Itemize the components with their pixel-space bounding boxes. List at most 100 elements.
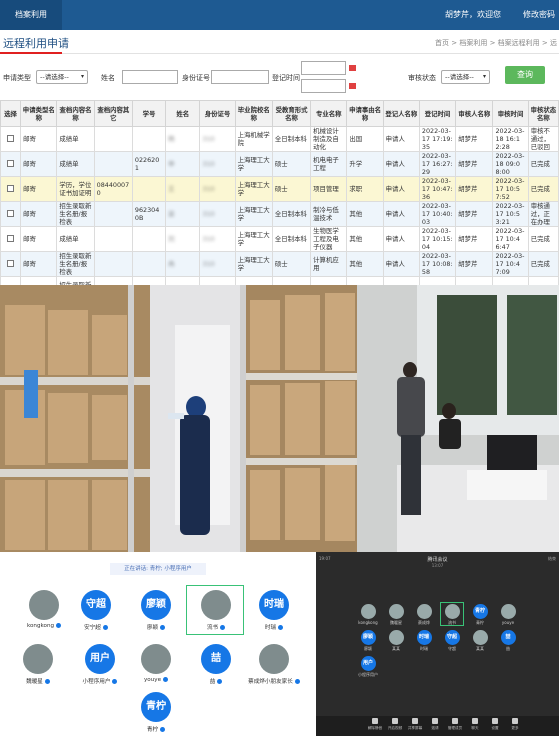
table-cell bbox=[131, 226, 167, 252]
top-bar: 档案利用 胡梦芹，欢迎您 修改密码 bbox=[0, 0, 559, 30]
column-header[interactable]: 选择 bbox=[0, 100, 22, 127]
column-header[interactable]: 登记人名称 bbox=[382, 100, 420, 127]
avatar: 守超 bbox=[444, 630, 460, 645]
toolbar-label: 更多 bbox=[511, 726, 519, 730]
participant-name: 魏暖星 bbox=[26, 679, 43, 685]
avatar: 青柠 bbox=[472, 604, 488, 619]
participant-name: 青柠 bbox=[476, 620, 484, 625]
idcard-input[interactable] bbox=[211, 70, 269, 84]
participant-tile[interactable]: 某某 bbox=[470, 630, 490, 652]
table-cell: 2022-03-17 10:15:04 bbox=[418, 226, 457, 252]
table-cell: 邮寄 bbox=[20, 201, 58, 227]
table-cell: 已完成 bbox=[527, 151, 559, 177]
toolbar-icon bbox=[492, 718, 498, 724]
table-cell: 2022-03-18 16:12:28 bbox=[492, 126, 529, 152]
table-cell bbox=[131, 251, 167, 277]
table-row[interactable]: 邮寄 招生录取新生名册/报检表冉 310 上海理工大学 硕士 计算机应用 其他 申请人 2022… bbox=[0, 251, 559, 277]
app-title[interactable]: 档案利用 bbox=[0, 0, 62, 30]
participant-tile[interactable]: 喆喆 bbox=[498, 630, 518, 652]
table-cell: 出国 bbox=[346, 126, 384, 152]
table-cell: 2022-03-18 09:08:00 bbox=[492, 151, 529, 177]
name-input[interactable] bbox=[122, 70, 178, 84]
toolbar-button[interactable]: 聊天 bbox=[464, 718, 486, 731]
column-header[interactable]: 姓名 bbox=[165, 100, 201, 127]
participant-tile[interactable]: youye bbox=[498, 604, 518, 625]
reg-time-start-input[interactable] bbox=[301, 61, 346, 75]
table-row[interactable]: 邮寄 成绩单 0226201 申 310 上海理工大学 硕士 机电电子工程 升学 申请人 2022-… bbox=[0, 151, 559, 177]
table-cell: 机电电子工程 bbox=[310, 151, 348, 177]
column-header[interactable]: 登记时间 bbox=[418, 100, 457, 127]
participant-tile[interactable]: 某某 bbox=[386, 630, 406, 652]
participant-name: 时瑞 bbox=[420, 646, 428, 651]
participant-tile[interactable]: 流书 bbox=[186, 590, 246, 631]
participant-tile[interactable]: 喆喆 bbox=[186, 644, 246, 685]
toolbar-button[interactable]: 开启视频 bbox=[384, 718, 406, 731]
participant-name: 青柠 bbox=[146, 727, 159, 733]
column-header[interactable]: 身份证号 bbox=[199, 100, 236, 127]
reg-time-end-input[interactable] bbox=[301, 79, 346, 93]
column-header[interactable]: 受教育形式名称 bbox=[271, 100, 312, 127]
participant-tile[interactable]: kongkong bbox=[358, 604, 378, 625]
participant-tile[interactable]: 时瑞 时瑞 bbox=[414, 630, 434, 652]
column-header[interactable]: 审核状态名称 bbox=[527, 100, 559, 127]
row-checkbox[interactable] bbox=[7, 159, 15, 167]
row-checkbox[interactable] bbox=[7, 209, 15, 217]
column-header[interactable]: 查档内容其它 bbox=[93, 100, 133, 127]
participant-tile[interactable]: 用户 小程序用户 bbox=[70, 644, 130, 685]
column-header[interactable]: 毕业院校名称 bbox=[234, 100, 273, 127]
row-checkbox[interactable] bbox=[7, 234, 15, 242]
column-header[interactable]: 申请类型名称 bbox=[20, 100, 58, 127]
participant-tile[interactable]: 时瑞 时瑞 bbox=[244, 590, 304, 631]
participant-tile[interactable]: 青柠 青柠 bbox=[470, 604, 490, 626]
avatar bbox=[29, 590, 59, 620]
participant-tile[interactable]: 守超 安宁超 bbox=[66, 590, 126, 631]
toolbar-button[interactable]: 更多 bbox=[504, 718, 526, 731]
calendar-icon[interactable] bbox=[349, 65, 356, 71]
participant-tile[interactable]: 廖颖 廖颖 bbox=[358, 630, 378, 652]
column-header[interactable]: 学号 bbox=[131, 100, 167, 127]
participant-name: 小程序用户 bbox=[358, 672, 378, 677]
row-checkbox[interactable] bbox=[7, 184, 15, 192]
avatar: 时瑞 bbox=[416, 630, 432, 645]
toolbar-button[interactable]: 共享屏幕 bbox=[404, 718, 426, 731]
toolbar-icon bbox=[472, 718, 478, 724]
participant-tile[interactable]: 廖颖 廖颖 bbox=[126, 590, 186, 631]
end-meeting-button[interactable]: 结束 bbox=[548, 556, 556, 562]
participant-tile[interactable]: 魏暖星 bbox=[8, 644, 68, 685]
participant-tile[interactable]: 用户 小程序用户 bbox=[358, 656, 378, 678]
toolbar-button[interactable]: 设置 bbox=[484, 718, 506, 731]
participant-tile[interactable]: 青柠 青柠 bbox=[126, 692, 186, 733]
participant-tile[interactable]: 蔡成烨小朋友家长 bbox=[244, 644, 304, 685]
type-select[interactable]: --请选择-- ▾ bbox=[36, 70, 88, 84]
status-select[interactable]: --请选择-- ▾ bbox=[441, 70, 490, 84]
participant-tile[interactable]: 魏暖星 bbox=[386, 604, 406, 626]
mic-icon bbox=[163, 677, 169, 682]
table-cell: 其他 bbox=[346, 201, 384, 227]
change-password-link[interactable]: 修改密码 bbox=[523, 0, 555, 30]
column-header[interactable]: 查档内容名称 bbox=[56, 100, 95, 127]
participant-tile[interactable]: youye bbox=[126, 644, 186, 683]
column-header[interactable]: 申请事由名称 bbox=[346, 100, 384, 127]
table-row[interactable]: 邮寄 学历，学位证书加证明 084400070 王 310 上海理工大学 硕士 项目管理 求职申… bbox=[0, 176, 559, 202]
column-header[interactable]: 专业名称 bbox=[310, 100, 348, 127]
toolbar-button[interactable]: 邀请 bbox=[424, 718, 446, 731]
avatar bbox=[141, 644, 171, 674]
archive-room-photo bbox=[0, 285, 357, 552]
participant-tile[interactable]: kongkong bbox=[14, 590, 74, 629]
table-row[interactable]: 邮寄 成绩单刘 310 上海理工大学 全日制本科 生物医学工程及电子仪器 其他 申请人 2022… bbox=[0, 226, 559, 252]
table-cell: 成绩单 bbox=[56, 151, 95, 177]
toolbar-button[interactable]: 管理成员 bbox=[444, 718, 466, 731]
column-header[interactable]: 审核时间 bbox=[492, 100, 529, 127]
toolbar-button[interactable]: 解除静音 bbox=[364, 718, 386, 731]
row-checkbox[interactable] bbox=[7, 259, 15, 267]
query-button[interactable]: 查询 bbox=[505, 66, 545, 84]
type-select-value: --请选择-- bbox=[40, 73, 69, 81]
participant-tile[interactable]: 守超 守超 bbox=[442, 630, 462, 652]
participant-tile[interactable]: 蔡成烨 bbox=[414, 604, 434, 626]
column-header[interactable]: 审核人名称 bbox=[455, 100, 494, 127]
calendar-icon[interactable] bbox=[349, 83, 356, 89]
table-row[interactable]: 邮寄 招生录取新生名册/报检表 9623040B 梁 310 上海理工大学 全日制本科 制冷与… bbox=[0, 201, 559, 227]
table-row[interactable]: 邮寄 成绩单韩 310 上海机械学院 全日制本科 机械设计制造及自动化 出国 申请人 2022-… bbox=[0, 126, 559, 152]
meeting-gallery-tablet: 19:07 腾讯会议 13:07 结束 kongkong 魏暖星 蔡成烨 流书 青柠 青柠… bbox=[316, 552, 559, 736]
row-checkbox[interactable] bbox=[7, 134, 15, 142]
